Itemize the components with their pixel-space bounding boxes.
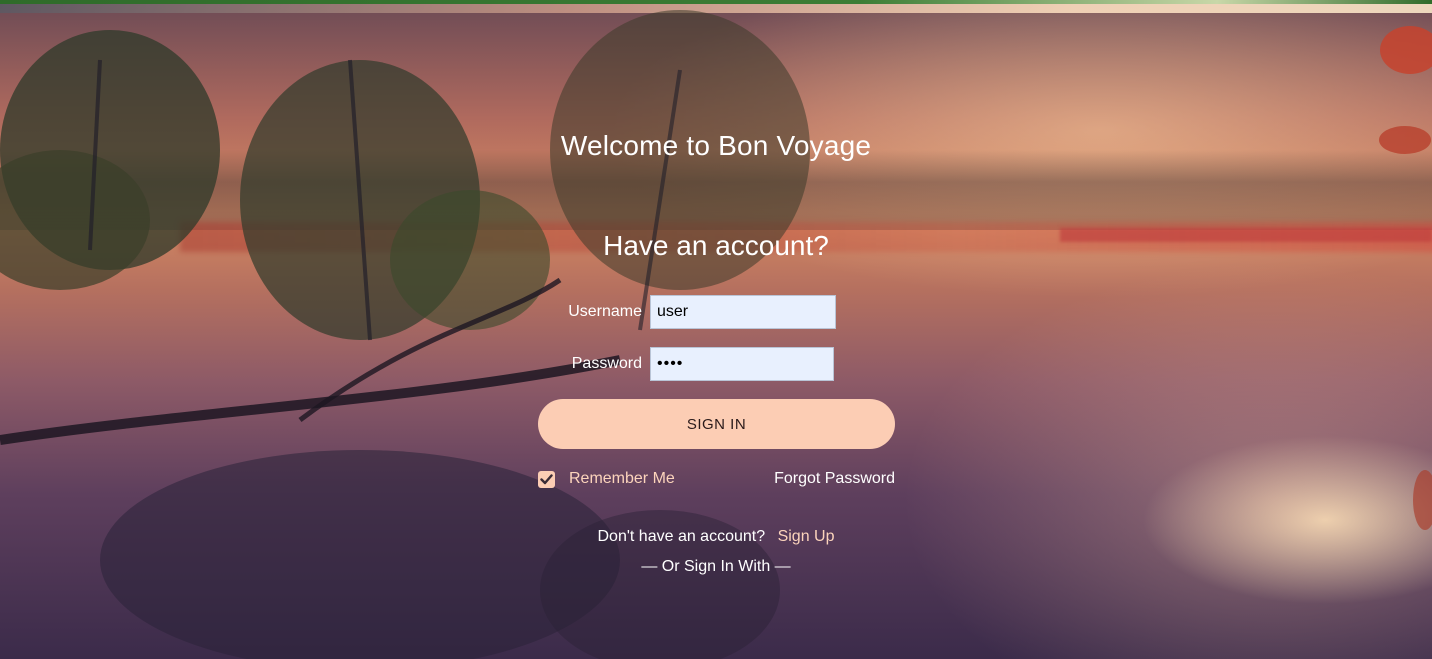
login-heading: Have an account? — [603, 230, 829, 261]
password-label: Password — [571, 355, 642, 372]
remember-me-label: Remember Me — [569, 470, 675, 487]
no-account-text: Don't have an account? — [597, 528, 766, 545]
forgot-password-link[interactable]: Forgot Password — [774, 470, 895, 488]
username-label: Username — [568, 303, 642, 320]
sign-up-link[interactable]: Sign Up — [778, 528, 835, 545]
username-row: Username — [540, 295, 845, 329]
username-input[interactable] — [650, 295, 836, 329]
password-input[interactable] — [650, 347, 834, 381]
page-title: Welcome to Bon Voyage — [560, 130, 872, 161]
sign-in-button[interactable]: SIGN IN — [538, 399, 895, 449]
login-page: Welcome to Bon Voyage Have an account? U… — [0, 0, 1432, 659]
checkmark-icon[interactable] — [538, 470, 555, 488]
or-sign-in-with-divider: — Or Sign In With — — [641, 558, 791, 575]
signup-prompt: Don't have an account? Sign Up — [0, 528, 1432, 546]
remember-me-checkbox[interactable]: Remember Me — [538, 470, 675, 488]
login-form-container: Welcome to Bon Voyage Have an account? U… — [0, 0, 1432, 659]
password-row: Password — [540, 347, 845, 381]
